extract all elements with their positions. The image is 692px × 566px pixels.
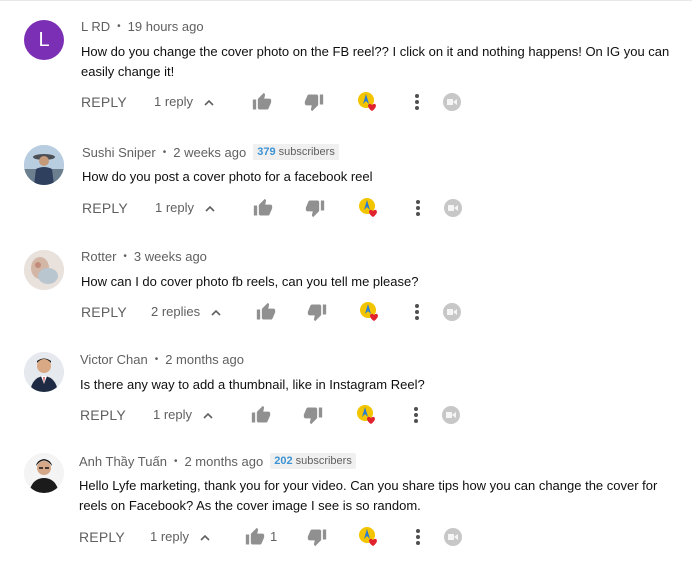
comment-text: Hello Lyfe marketing, thank you for your… bbox=[79, 478, 658, 513]
comment-actions: REPLY 1 reply 1 bbox=[0, 525, 692, 549]
comment-header: L RD • 19 hours ago bbox=[81, 19, 204, 34]
chevron-up-icon bbox=[204, 99, 214, 106]
avatar-photo bbox=[24, 453, 64, 493]
replies-toggle[interactable]: 1 reply bbox=[153, 403, 213, 427]
comment-actions: REPLY 1 reply bbox=[0, 403, 692, 427]
subscriber-label: subscribers bbox=[295, 455, 352, 467]
subscriber-count: 202 bbox=[274, 455, 293, 467]
comment-header: Rotter • 3 weeks ago bbox=[81, 249, 207, 264]
more-vert-icon[interactable] bbox=[409, 405, 423, 425]
creator-heart-icon bbox=[358, 92, 376, 111]
comment-text: How can I do cover photo fb reels, can y… bbox=[81, 274, 419, 289]
extension-icon[interactable] bbox=[443, 527, 463, 547]
separator-dot: • bbox=[154, 354, 159, 365]
thumb-down-icon[interactable] bbox=[307, 302, 327, 322]
subscriber-badge: 202 subscribers bbox=[270, 453, 356, 469]
author-name[interactable]: Anh Thầy Tuấn bbox=[79, 454, 167, 469]
comment-actions: REPLY 1 reply bbox=[0, 196, 692, 220]
comment-text: How do you post a cover photo for a face… bbox=[82, 169, 373, 184]
extension-icon[interactable] bbox=[442, 302, 462, 322]
creator-heart-icon bbox=[359, 527, 377, 546]
thumb-up-icon[interactable] bbox=[256, 302, 276, 322]
avatar[interactable] bbox=[24, 145, 64, 185]
replies-toggle[interactable]: 1 reply bbox=[155, 196, 215, 220]
thumb-up-icon[interactable] bbox=[251, 405, 271, 425]
author-name[interactable]: L RD bbox=[81, 19, 110, 34]
more-vert-icon[interactable] bbox=[410, 302, 424, 322]
reply-button[interactable]: REPLY bbox=[80, 403, 126, 427]
avatar-photo bbox=[24, 145, 64, 185]
thumb-down-icon[interactable] bbox=[303, 405, 323, 425]
top-divider bbox=[0, 0, 692, 1]
subscriber-label: subscribers bbox=[278, 146, 335, 158]
avatar-photo bbox=[24, 352, 64, 392]
comment-actions: REPLY 1 reply bbox=[0, 90, 692, 114]
extension-icon[interactable] bbox=[442, 92, 462, 112]
author-name[interactable]: Sushi Sniper bbox=[82, 145, 156, 160]
extension-icon[interactable] bbox=[441, 405, 461, 425]
thumb-up-icon[interactable] bbox=[253, 198, 273, 218]
avatar[interactable]: L bbox=[24, 20, 64, 60]
comment-text: How do you change the cover photo on the… bbox=[81, 44, 670, 79]
comment-header: Victor Chan • 2 months ago bbox=[80, 352, 244, 367]
comment-header: Anh Thầy Tuấn • 2 months ago 202 subscri… bbox=[79, 453, 356, 469]
comment-header: Sushi Sniper • 2 weeks ago 379 subscribe… bbox=[82, 144, 339, 160]
thumb-down-icon[interactable] bbox=[307, 527, 327, 547]
reply-button[interactable]: REPLY bbox=[82, 196, 128, 220]
replies-toggle[interactable]: 1 reply bbox=[154, 90, 214, 114]
reply-button[interactable]: REPLY bbox=[79, 525, 125, 549]
comment-age[interactable]: 2 weeks ago bbox=[173, 145, 246, 160]
reply-button[interactable]: REPLY bbox=[81, 90, 127, 114]
creator-heart-icon bbox=[359, 198, 377, 217]
chevron-up-icon bbox=[203, 412, 213, 419]
chevron-up-icon bbox=[200, 534, 210, 541]
avatar[interactable] bbox=[24, 453, 64, 493]
thumb-down-icon[interactable] bbox=[305, 198, 325, 218]
comment-age[interactable]: 2 months ago bbox=[184, 454, 263, 469]
subscriber-badge: 379 subscribers bbox=[253, 144, 339, 160]
more-vert-icon[interactable] bbox=[411, 198, 425, 218]
comment-age[interactable]: 2 months ago bbox=[165, 352, 244, 367]
more-vert-icon[interactable] bbox=[411, 527, 425, 547]
replies-count: 1 reply bbox=[155, 200, 195, 215]
author-name[interactable]: Rotter bbox=[81, 249, 116, 264]
subscriber-count: 379 bbox=[257, 146, 276, 158]
avatar[interactable] bbox=[24, 250, 64, 290]
separator-dot: • bbox=[162, 146, 167, 158]
thumb-up-icon[interactable] bbox=[252, 92, 272, 112]
comment-actions: REPLY 2 replies bbox=[0, 300, 692, 324]
avatar[interactable] bbox=[24, 352, 64, 392]
comment-text: Is there any way to add a thumbnail, lik… bbox=[80, 377, 425, 392]
replies-count: 2 replies bbox=[151, 304, 201, 319]
separator-dot: • bbox=[173, 455, 178, 467]
chevron-up-icon bbox=[211, 309, 221, 316]
thumb-up-icon[interactable] bbox=[245, 527, 265, 547]
replies-count: 1 reply bbox=[150, 529, 190, 544]
author-name[interactable]: Victor Chan bbox=[80, 352, 148, 367]
thumb-down-icon[interactable] bbox=[304, 92, 324, 112]
comment-age[interactable]: 19 hours ago bbox=[128, 19, 204, 34]
replies-toggle[interactable]: 2 replies bbox=[151, 300, 221, 324]
like-count: 1 bbox=[270, 529, 278, 544]
more-vert-icon[interactable] bbox=[410, 92, 424, 112]
replies-count: 1 reply bbox=[153, 407, 193, 422]
avatar-photo bbox=[24, 250, 64, 290]
separator-dot: • bbox=[123, 251, 127, 262]
comment-age[interactable]: 3 weeks ago bbox=[134, 249, 207, 264]
replies-count: 1 reply bbox=[154, 94, 194, 109]
reply-button[interactable]: REPLY bbox=[81, 300, 127, 324]
chevron-up-icon bbox=[205, 205, 215, 212]
replies-toggle[interactable]: 1 reply bbox=[150, 525, 210, 549]
avatar-letter: L bbox=[38, 28, 50, 51]
creator-heart-icon bbox=[357, 405, 375, 424]
separator-dot: • bbox=[117, 21, 121, 32]
extension-icon[interactable] bbox=[443, 198, 463, 218]
creator-heart-icon bbox=[360, 302, 378, 321]
